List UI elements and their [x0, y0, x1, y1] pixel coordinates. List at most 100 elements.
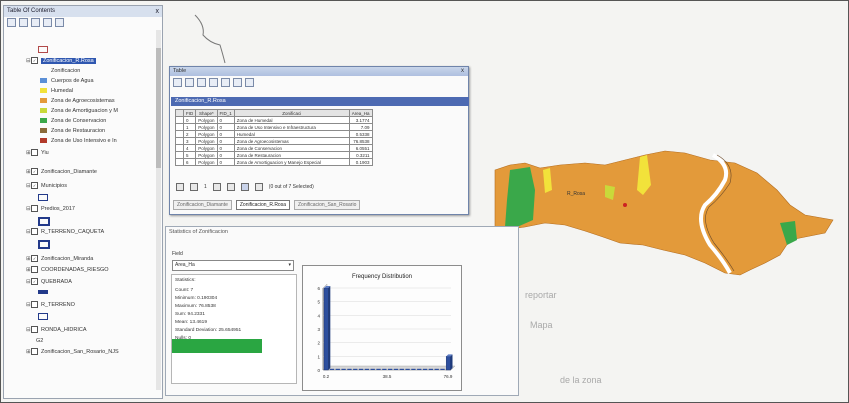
row-selector[interactable]	[175, 144, 184, 152]
table-header-row: FID Shape* FID_1 Zonificaci Area_Ha	[175, 109, 373, 117]
delete-selected-icon[interactable]	[245, 77, 254, 87]
bar	[347, 368, 352, 370]
table-row[interactable]: 5 Polygon 0 Zona de Restauracion 0.3211	[175, 151, 373, 159]
toc-layer-row[interactable]: ⊟ RONDA_HIDRICA	[4, 326, 87, 335]
bar-side	[328, 286, 331, 370]
toc-layer-row[interactable]: ⊞ ✓ Zonificacion_Miranda	[4, 255, 93, 264]
symbol-swatch	[38, 217, 50, 226]
point-feature	[623, 203, 627, 207]
toc-layer-row[interactable]: ⊟ ✓ QUEBRADA	[4, 278, 72, 287]
layer-visibility-checkbox[interactable]: ✓	[31, 278, 38, 286]
layer-visibility-checkbox[interactable]	[31, 326, 38, 334]
toc-layer-row[interactable]: ⊞ Yiu	[4, 149, 49, 158]
conservation-zone	[505, 167, 535, 227]
bar	[399, 368, 404, 370]
layer-visibility-checkbox[interactable]: ✓	[31, 168, 38, 176]
table-row[interactable]: 4 Polygon 0 Zona de Conservacion 6.0551	[175, 144, 373, 152]
bar	[388, 368, 393, 370]
statistics-title: Statistics of Zonificacion	[169, 229, 228, 235]
first-record-icon[interactable]	[176, 183, 184, 191]
record-position[interactable]: 1	[204, 184, 207, 190]
row-selector[interactable]	[175, 130, 184, 138]
table-row[interactable]: 3 Polygon 0 Zona de Agroecosistemas 76.8538	[175, 137, 373, 145]
list-by-source-icon[interactable]	[19, 18, 28, 27]
bar	[445, 356, 451, 371]
legend-swatch	[40, 98, 47, 104]
layer-visibility-checkbox[interactable]	[31, 149, 38, 157]
close-icon[interactable]: x	[461, 67, 464, 76]
column-header[interactable]: Area_Ha	[348, 109, 373, 117]
background-text: de la zona	[560, 375, 602, 385]
toc-layer-row[interactable]: ⊟ ✓ Municipios	[4, 182, 67, 191]
row-selector[interactable]	[175, 151, 184, 159]
legend-swatch	[40, 128, 47, 134]
toc-layer-row[interactable]: ⊟ Predios_2017	[4, 205, 75, 214]
stat-item: Count: 7	[175, 288, 194, 293]
show-selected-records-icon[interactable]	[254, 183, 263, 191]
statistics-header: Statistics:	[175, 278, 196, 283]
row-selector[interactable]	[175, 116, 184, 124]
chevron-down-icon[interactable]: ▾	[288, 261, 291, 270]
tab-zonificacion-diamante[interactable]: Zonificacion_Diamante	[173, 200, 232, 210]
select-by-attributes-icon[interactable]	[197, 77, 206, 87]
toc-layer-row[interactable]: ⊞ Zonificacion_San_Rosario_NJS	[4, 348, 119, 357]
chart-title: Frequency Distribution	[352, 274, 412, 280]
column-header[interactable]: FID_1	[216, 109, 235, 117]
show-all-records-icon[interactable]	[240, 183, 249, 191]
table-options-icon[interactable]	[173, 77, 182, 87]
toc-layer-row[interactable]: ⊞ COORDENADAS_RIESGO	[4, 266, 109, 275]
tab-zonificacion-r-rosa[interactable]: Zonificacion_R.Rosa	[235, 200, 290, 210]
related-tables-icon[interactable]	[185, 77, 194, 87]
toc-layer-row[interactable]: ⊞ ✓ Zonificacion_Diamante	[4, 168, 97, 177]
bar	[329, 368, 335, 370]
frequency-chart-svg: Frequency Distribution 0 1 2 3 4 5 6 0.2 38.5 76.9	[317, 274, 456, 379]
close-icon[interactable]: x	[156, 6, 160, 17]
layer-visibility-checkbox[interactable]: ✓	[31, 57, 38, 65]
toc-layer-row[interactable]: ⊟ ✓ Zonificacion_R.Rosa	[4, 57, 96, 66]
layer-visibility-checkbox[interactable]	[31, 266, 38, 274]
stat-item: Mean: 13.4619	[175, 320, 208, 325]
layer-visibility-checkbox[interactable]	[31, 301, 38, 309]
row-selector[interactable]	[175, 123, 184, 131]
row-selector[interactable]	[175, 158, 184, 166]
list-by-drawing-order-icon[interactable]	[7, 18, 16, 27]
toc-scrollbar[interactable]	[156, 30, 161, 390]
symbol-swatch	[38, 313, 48, 320]
field-dropdown[interactable]: Area_Ha ▾	[172, 260, 294, 271]
column-header[interactable]: Zonificaci	[233, 109, 350, 117]
y-tick-label: 3	[317, 327, 320, 332]
table-row[interactable]: 6 Polygon 0 Zona de Amortiguacion y Manejo …	[175, 158, 373, 166]
previous-record-icon[interactable]	[190, 183, 198, 191]
legend-item: Zona de Conservacion	[40, 117, 106, 126]
table-row[interactable]: 2 Polygon 0 Humedal 0.5338	[175, 130, 373, 138]
column-header[interactable]: Shape*	[195, 109, 218, 117]
bar	[405, 368, 410, 370]
scroll-thumb[interactable]	[156, 48, 161, 168]
toc-layer-row[interactable]: ⊟ R_TERRENO	[4, 301, 75, 310]
last-record-icon[interactable]	[226, 183, 235, 191]
column-header[interactable]: FID	[182, 109, 197, 117]
background-text: reportar	[525, 290, 557, 300]
list-by-visibility-icon[interactable]	[31, 18, 40, 27]
zoom-to-selected-icon[interactable]	[233, 77, 242, 87]
table-toolbar	[170, 76, 468, 88]
layer-visibility-checkbox[interactable]	[31, 205, 38, 213]
layer-visibility-checkbox[interactable]	[31, 228, 38, 236]
toc-layer-row[interactable]: ⊟ R_TERRENO_CAQUETA	[4, 228, 104, 237]
layer-visibility-checkbox[interactable]: ✓	[31, 182, 38, 190]
table-row[interactable]: 1 Polygon 0 Zona de Uso Intensivo e Infraes…	[175, 123, 373, 131]
line-symbol	[38, 290, 48, 294]
attribute-grid[interactable]: FID Shape* FID_1 Zonificaci Area_Ha 0 Pol…	[175, 109, 373, 166]
layer-visibility-checkbox[interactable]	[31, 348, 38, 356]
table-window-title: Table x	[170, 67, 468, 76]
clear-selection-icon[interactable]	[221, 77, 230, 87]
bar	[364, 368, 370, 370]
row-selector[interactable]	[175, 137, 184, 145]
tab-zonificacion-san-rosario[interactable]: Zonificacion_San_Rosario	[294, 200, 361, 210]
switch-selection-icon[interactable]	[209, 77, 218, 87]
list-by-selection-icon[interactable]	[43, 18, 52, 27]
next-record-icon[interactable]	[212, 183, 221, 191]
layer-visibility-checkbox[interactable]: ✓	[31, 255, 38, 263]
table-row[interactable]: 0 Polygon 0 Zona de Humedal 3.1774	[175, 116, 373, 124]
options-icon[interactable]	[55, 18, 64, 27]
